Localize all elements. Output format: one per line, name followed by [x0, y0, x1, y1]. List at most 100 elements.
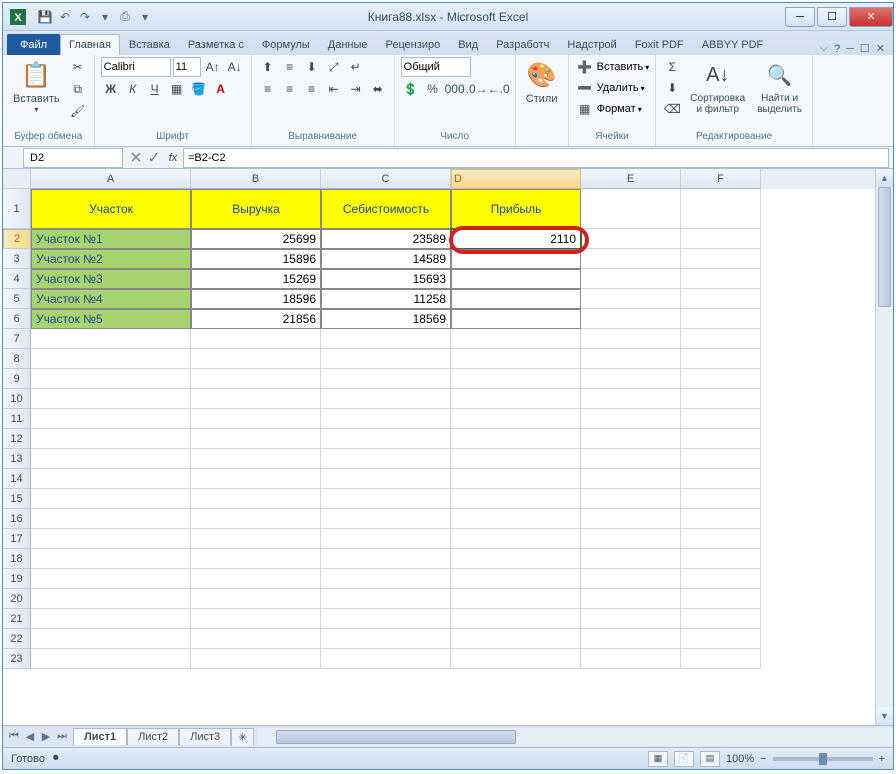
row-header-3[interactable]: 3 — [3, 249, 31, 269]
align-center-icon[interactable]: ≡ — [280, 79, 300, 99]
bold-icon[interactable]: Ж — [101, 79, 121, 99]
inner-restore-icon[interactable]: ☐ — [860, 42, 870, 55]
save-icon[interactable]: 💾 — [37, 9, 53, 25]
merge-icon[interactable]: ⬌ — [368, 79, 388, 99]
delete-cells-icon[interactable]: ➖ — [575, 78, 595, 98]
cell-f18[interactable] — [681, 549, 761, 569]
number-format-select[interactable]: Общий — [401, 57, 471, 77]
cell-c21[interactable] — [321, 609, 451, 629]
cell-d9[interactable] — [451, 369, 581, 389]
align-right-icon[interactable]: ≡ — [302, 79, 322, 99]
format-cells-icon[interactable]: ▦ — [575, 99, 595, 119]
cell-d12[interactable] — [451, 429, 581, 449]
cell-d10[interactable] — [451, 389, 581, 409]
cell-f22[interactable] — [681, 629, 761, 649]
row-header-13[interactable]: 13 — [3, 449, 31, 469]
cell-f15[interactable] — [681, 489, 761, 509]
cell-c19[interactable] — [321, 569, 451, 589]
col-header-b[interactable]: B — [191, 169, 321, 189]
cell-f17[interactable] — [681, 529, 761, 549]
row-header-10[interactable]: 10 — [3, 389, 31, 409]
fill-color-icon[interactable]: 🪣 — [189, 79, 209, 99]
cell-c8[interactable] — [321, 349, 451, 369]
cell-d19[interactable] — [451, 569, 581, 589]
cell-c18[interactable] — [321, 549, 451, 569]
cell-d7[interactable] — [451, 329, 581, 349]
cell-f19[interactable] — [681, 569, 761, 589]
close-button[interactable]: ✕ — [849, 7, 893, 27]
orientation-icon[interactable]: ⤢ — [324, 57, 344, 77]
sheet-next-icon[interactable]: ▶ — [39, 730, 53, 743]
qat-more-icon[interactable]: ▾ — [97, 9, 113, 25]
cell-e6[interactable] — [581, 309, 681, 329]
normal-view-icon[interactable]: ▦ — [648, 751, 668, 767]
cell-c4[interactable]: 15693 — [321, 269, 451, 289]
cell-c11[interactable] — [321, 409, 451, 429]
cell-c1[interactable]: Себистоимость — [321, 189, 451, 229]
format-label[interactable]: Формат — [597, 103, 636, 115]
percent-icon[interactable]: % — [423, 79, 443, 99]
tab-file[interactable]: Файл — [7, 34, 60, 55]
align-left-icon[interactable]: ≡ — [258, 79, 278, 99]
delete-label[interactable]: Удалить — [597, 82, 639, 94]
cell-d14[interactable] — [451, 469, 581, 489]
row-header-21[interactable]: 21 — [3, 609, 31, 629]
zoom-thumb[interactable] — [819, 753, 827, 765]
cell-b20[interactable] — [191, 589, 321, 609]
copy-icon[interactable]: ⧉ — [68, 79, 88, 99]
cell-a17[interactable] — [31, 529, 191, 549]
cell-d15[interactable] — [451, 489, 581, 509]
macro-record-icon[interactable]: ⏺ — [53, 752, 59, 765]
cell-f6[interactable] — [681, 309, 761, 329]
increase-indent-icon[interactable]: ⇥ — [346, 79, 366, 99]
comma-icon[interactable]: 000 — [445, 79, 465, 99]
cell-f14[interactable] — [681, 469, 761, 489]
align-bottom-icon[interactable]: ⬇ — [302, 57, 322, 77]
cell-d8[interactable] — [451, 349, 581, 369]
cell-d6[interactable] — [451, 309, 581, 329]
cell-c14[interactable] — [321, 469, 451, 489]
align-top-icon[interactable]: ⬆ — [258, 57, 278, 77]
row-header-12[interactable]: 12 — [3, 429, 31, 449]
row-header-23[interactable]: 23 — [3, 649, 31, 669]
cell-f13[interactable] — [681, 449, 761, 469]
page-break-view-icon[interactable]: ▤ — [700, 751, 720, 767]
cell-c5[interactable]: 11258 — [321, 289, 451, 309]
zoom-slider[interactable] — [773, 757, 873, 761]
cell-b10[interactable] — [191, 389, 321, 409]
confirm-formula-icon[interactable]: ✓ — [145, 148, 163, 168]
cell-e21[interactable] — [581, 609, 681, 629]
fx-icon[interactable]: fx — [163, 152, 183, 164]
cell-c12[interactable] — [321, 429, 451, 449]
qat-print-icon[interactable]: ⎙ — [117, 9, 133, 25]
redo-icon[interactable]: ↷ — [77, 9, 93, 25]
decrease-font-icon[interactable]: A↓ — [225, 57, 245, 77]
select-all-corner[interactable] — [3, 169, 31, 189]
row-header-2[interactable]: 2 — [3, 229, 31, 249]
styles-button[interactable]: 🎨 Стили — [522, 57, 562, 107]
cell-c22[interactable] — [321, 629, 451, 649]
zoom-level[interactable]: 100% — [726, 753, 754, 765]
cell-d4[interactable] — [451, 269, 581, 289]
cell-e13[interactable] — [581, 449, 681, 469]
cell-c20[interactable] — [321, 589, 451, 609]
cell-b17[interactable] — [191, 529, 321, 549]
cell-a21[interactable] — [31, 609, 191, 629]
cell-f3[interactable] — [681, 249, 761, 269]
cell-e15[interactable] — [581, 489, 681, 509]
cell-e22[interactable] — [581, 629, 681, 649]
cell-f5[interactable] — [681, 289, 761, 309]
fill-icon[interactable]: ⬇ — [662, 78, 682, 98]
cell-c7[interactable] — [321, 329, 451, 349]
row-header-8[interactable]: 8 — [3, 349, 31, 369]
cell-c16[interactable] — [321, 509, 451, 529]
cell-b12[interactable] — [191, 429, 321, 449]
cell-f10[interactable] — [681, 389, 761, 409]
tab-layout[interactable]: Разметка с — [179, 34, 253, 55]
cell-b7[interactable] — [191, 329, 321, 349]
cancel-formula-icon[interactable]: ✕ — [127, 148, 145, 168]
cell-b1[interactable]: Выручка — [191, 189, 321, 229]
cell-e23[interactable] — [581, 649, 681, 669]
cell-e18[interactable] — [581, 549, 681, 569]
cell-c6[interactable]: 18569 — [321, 309, 451, 329]
